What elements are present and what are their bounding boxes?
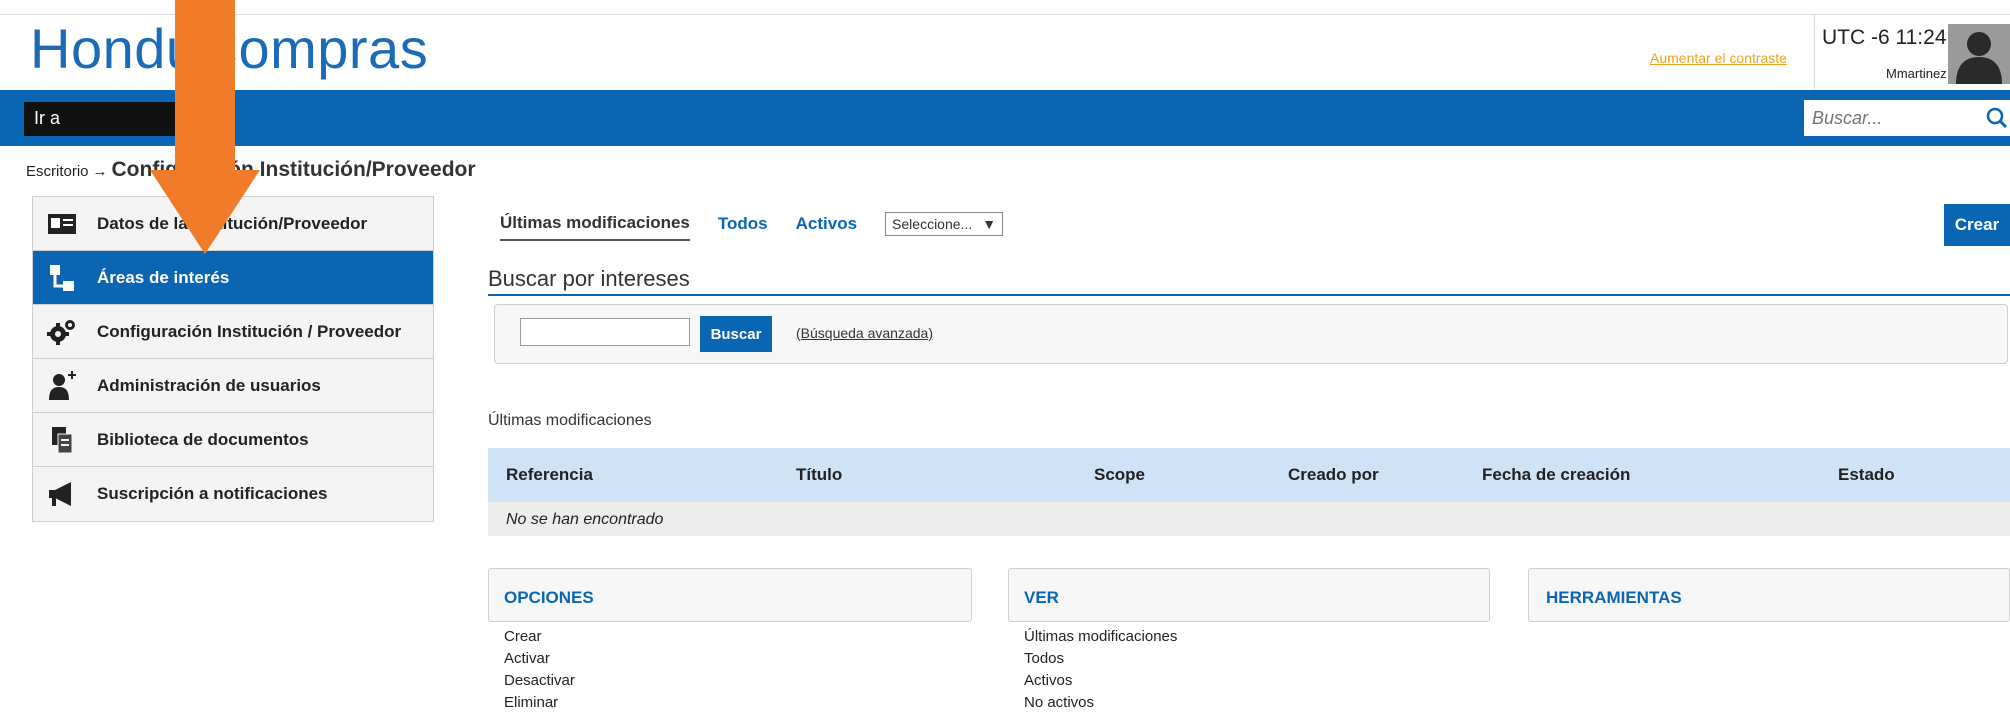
hierarchy-icon (45, 263, 79, 293)
sidebar-item-label: Configuración Institución / Proveedor (97, 321, 402, 341)
column-header-titulo[interactable]: Título (796, 465, 842, 485)
view-ultimas-modificaciones[interactable]: Últimas modificaciones (1024, 626, 1177, 648)
table-header (488, 448, 2010, 502)
documents-icon (45, 425, 79, 455)
sidebar-item-configuracion[interactable]: Configuración Institución / Proveedor (33, 305, 433, 359)
global-search-input[interactable] (1804, 100, 1984, 136)
option-desactivar[interactable]: Desactivar (504, 670, 575, 692)
increase-contrast-link[interactable]: Aumentar el contraste (1650, 50, 1787, 66)
filter-select-value: Seleccione... (892, 216, 973, 232)
create-button[interactable]: Crear (1944, 204, 2010, 246)
sidebar-item-label: Biblioteca de documentos (97, 429, 309, 449)
options-panel-title: OPCIONES (504, 588, 594, 607)
user-silhouette-icon (1956, 32, 2002, 84)
option-activar[interactable]: Activar (504, 648, 575, 670)
column-header-estado[interactable]: Estado (1838, 465, 1895, 485)
options-list: Crear Activar Desactivar Eliminar (504, 626, 575, 713)
main-navbar (0, 90, 2010, 146)
option-eliminar[interactable]: Eliminar (504, 692, 575, 713)
sidebar-item-areas-de-interes[interactable]: Áreas de interés (33, 251, 433, 305)
recent-changes-label: Últimas modificaciones (488, 412, 652, 429)
megaphone-icon (45, 479, 79, 509)
sidebar-item-notificaciones[interactable]: Suscripción a notificaciones (33, 467, 433, 521)
view-todos[interactable]: Todos (1024, 648, 1177, 670)
sidebar-item-usuarios[interactable]: Administración de usuarios (33, 359, 433, 413)
column-header-fecha-creacion[interactable]: Fecha de creación (1482, 465, 1630, 485)
filter-tabs: Últimas modificaciones Todos Activos Sel… (500, 212, 1004, 241)
dropdown-arrow-icon: ▼ (982, 216, 997, 232)
tab-todos[interactable]: Todos (718, 214, 768, 240)
id-card-icon (45, 209, 79, 239)
sidebar-item-label: Suscripción a notificaciones (97, 484, 328, 503)
view-list: Últimas modificaciones Todos Activos No … (1024, 626, 1177, 713)
column-header-scope[interactable]: Scope (1094, 465, 1145, 485)
username[interactable]: Mmartinez (1886, 66, 1947, 81)
breadcrumb-separator: → (92, 163, 108, 180)
interest-search-button[interactable]: Buscar (700, 316, 772, 352)
view-no-activos[interactable]: No activos (1024, 692, 1177, 713)
breadcrumb-root[interactable]: Escritorio (26, 163, 89, 180)
interest-search-input[interactable] (520, 318, 690, 346)
gears-icon (45, 317, 79, 347)
add-user-icon (45, 370, 79, 401)
view-panel-title: VER (1024, 588, 1059, 607)
global-search-button[interactable] (1984, 100, 2010, 136)
advanced-search-link[interactable]: (Búsqueda avanzada) (796, 325, 933, 341)
avatar[interactable] (1948, 24, 2010, 84)
option-crear[interactable]: Crear (504, 626, 575, 648)
filter-select[interactable]: Seleccione... ▼ (885, 212, 1004, 236)
section-title: Buscar por intereses (488, 266, 690, 291)
tab-activos[interactable]: Activos (796, 214, 857, 240)
section-divider (488, 294, 2010, 296)
column-header-referencia[interactable]: Referencia (506, 465, 593, 485)
view-activos[interactable]: Activos (1024, 670, 1177, 692)
view-panel (1008, 568, 1490, 622)
column-header-creado-por[interactable]: Creado por (1288, 465, 1379, 485)
sidebar-item-label: Áreas de interés (97, 267, 230, 287)
sidebar-item-label: Administración de usuarios (97, 375, 321, 395)
table-empty-message: No se han encontrado (506, 511, 664, 528)
tab-ultimas-modificaciones[interactable]: Últimas modificaciones (500, 213, 690, 241)
tools-panel-title: HERRAMIENTAS (1546, 588, 1682, 607)
search-icon (1986, 107, 2008, 129)
header-divider (0, 14, 2010, 15)
sidebar-item-biblioteca[interactable]: Biblioteca de documentos (33, 413, 433, 467)
table-row (488, 502, 2010, 536)
down-arrow-annotation-icon (150, 0, 260, 254)
